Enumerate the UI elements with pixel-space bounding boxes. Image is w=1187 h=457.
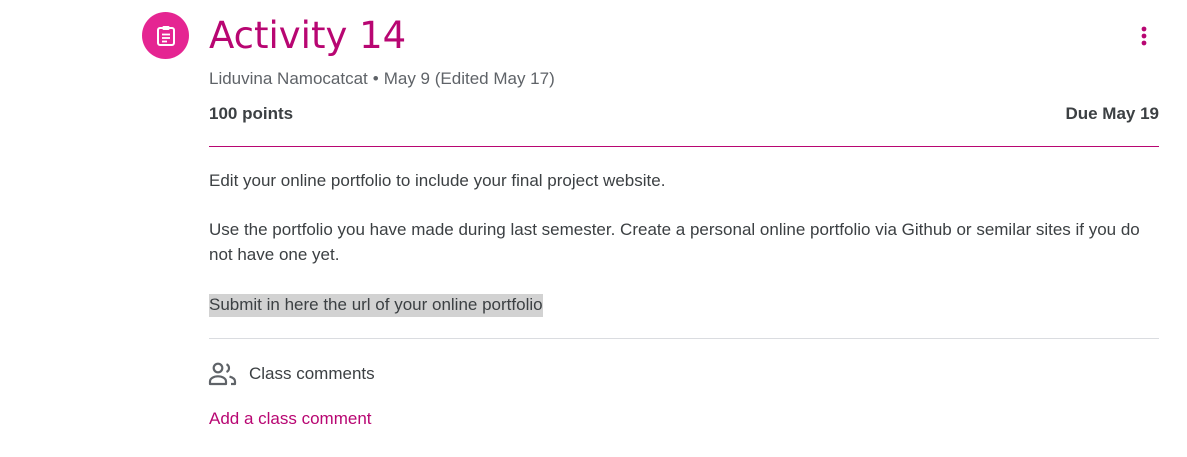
clipboard-icon bbox=[156, 25, 175, 46]
description-paragraph-2: Use the portfolio you have made during l… bbox=[209, 220, 1140, 264]
description-paragraph-1: Edit your online portfolio to include yo… bbox=[209, 171, 666, 190]
meta-separator: • bbox=[372, 69, 379, 88]
page-title: Activity 14 bbox=[209, 14, 407, 57]
due-date: Due May 19 bbox=[1065, 104, 1159, 123]
assignment-clipboard-icon bbox=[142, 12, 189, 59]
header-divider bbox=[209, 146, 1159, 147]
add-class-comment-link[interactable]: Add a class comment bbox=[209, 408, 372, 430]
more-options-button[interactable] bbox=[1128, 20, 1160, 52]
assignment-meta: Liduvina Namocatcat • May 9 (Edited May 17… bbox=[209, 68, 555, 90]
people-icon bbox=[208, 362, 237, 386]
description-paragraph-3: Submit in here the url of your online po… bbox=[209, 292, 1159, 317]
posted-date: May 9 (Edited May 17) bbox=[383, 69, 555, 88]
more-vertical-icon bbox=[1141, 26, 1147, 46]
points-label: 100 points bbox=[209, 104, 294, 123]
comments-divider bbox=[209, 338, 1159, 339]
author-name: Liduvina Namocatcat bbox=[209, 69, 368, 88]
class-comments-label: Class comments bbox=[249, 364, 375, 383]
assignment-page: Activity 14 Liduvina Namocatcat • May 9 (E… bbox=[0, 0, 1187, 457]
highlighted-text: Submit in here the url of your online po… bbox=[209, 294, 543, 317]
